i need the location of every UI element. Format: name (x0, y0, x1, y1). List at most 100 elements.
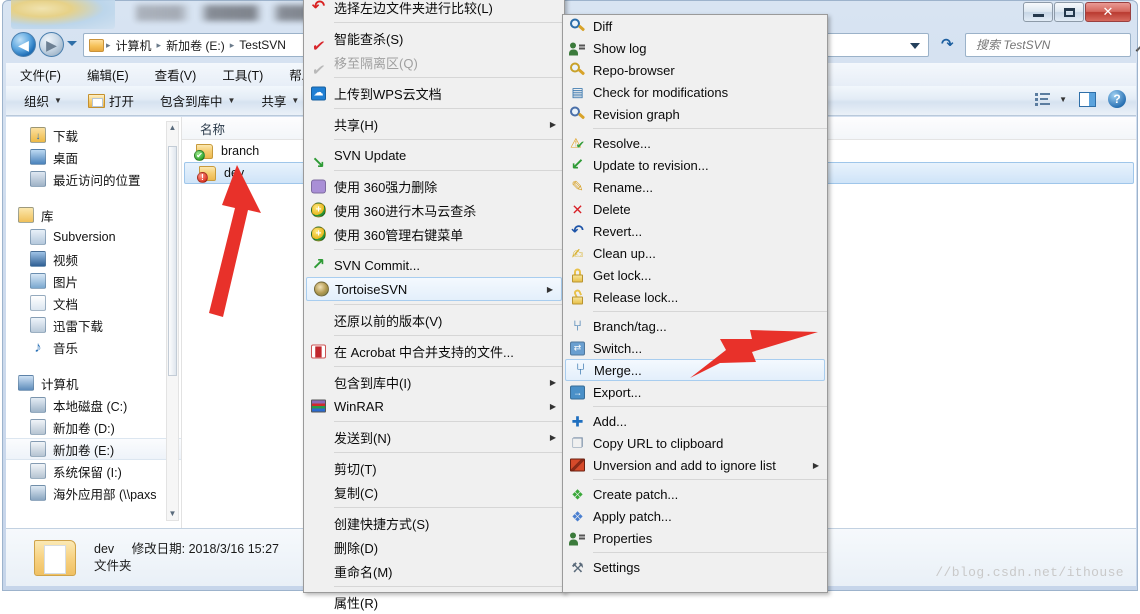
menu-item-l[interactable]: ↶ 选择左边文件夹进行比较(L) (304, 0, 564, 19)
menu-item-apply-patch[interactable]: ❖ Apply patch... (563, 505, 827, 527)
menu-item-n[interactable]: 发送到(N) ▶ (304, 425, 564, 449)
menu-item-svn-commit[interactable]: ↗ SVN Commit... (304, 253, 564, 277)
menu-item-360[interactable]: + 使用 360进行木马云查杀 (304, 198, 564, 222)
menu-item-properties[interactable]: Properties (563, 527, 827, 549)
menu-item-label: Copy URL to clipboard (593, 435, 724, 451)
scroll-up-arrow[interactable]: ▲ (167, 122, 178, 134)
share-label: 共享 (261, 95, 287, 109)
scroll-down-arrow[interactable]: ▼ (167, 508, 178, 520)
menu-item-delete[interactable]: ✕ Delete (563, 198, 827, 220)
menu-item-revert[interactable]: ↶ Revert... (563, 220, 827, 242)
menu-item-export[interactable]: → Export... (563, 381, 827, 403)
minimize-button[interactable] (1023, 2, 1053, 22)
menu-item-svn-update[interactable]: ↙ SVN Update (304, 143, 564, 172)
search-field[interactable] (974, 37, 1135, 53)
chevron-down-icon[interactable]: ▼ (1059, 95, 1067, 104)
menu-item-diff[interactable]: Diff (563, 15, 827, 37)
sidebar-item--[interactable]: 库 (6, 204, 181, 226)
organize-button[interactable]: 组织 ▼ (24, 91, 62, 110)
sidebar-item--[interactable]: 图片 (6, 270, 181, 292)
sidebar-item--[interactable]: ♪ 音乐 (6, 336, 181, 358)
menu-item-h[interactable]: 共享(H) ▶ (304, 112, 564, 136)
sidebar-item--c-[interactable]: 本地磁盘 (C:) (6, 394, 181, 416)
menu-item-revision-graph[interactable]: Revision graph (563, 103, 827, 125)
sidebar-item--i-[interactable]: 系统保留 (I:) (6, 460, 181, 482)
refresh-icon[interactable]: ↷ (941, 35, 954, 53)
column-header-name[interactable]: 名称 (182, 119, 225, 138)
navpane-scrollbar[interactable]: ▲ ▼ (166, 121, 179, 521)
sidebar-item--d-[interactable]: 新加卷 (D:) (6, 416, 181, 438)
sidebar-item--[interactable]: 迅雷下载 (6, 314, 181, 336)
sidebar-item--[interactable]: ↓ 下载 (6, 124, 181, 146)
sidebar-item--[interactable]: 桌面 (6, 146, 181, 168)
menu-item-copy-url-to-clipboard[interactable]: ❐ Copy URL to clipboard (563, 432, 827, 454)
sidebar-item--[interactable]: 文档 (6, 292, 181, 314)
menu-separator (334, 139, 564, 140)
sidebar-item-label: 新加卷 (E:) (53, 443, 115, 458)
chevron-down-icon[interactable] (910, 43, 920, 49)
menu-item-repo-browser[interactable]: Repo-browser (563, 59, 827, 81)
menu-item-wps[interactable]: ☁ 上传到WPS云文档 (304, 81, 564, 105)
view-options-icon[interactable] (1035, 92, 1051, 106)
menu-item-label: Export... (593, 384, 642, 400)
menu-item-acrobat[interactable]: █ 在 Acrobat 中合并支持的文件... (304, 339, 564, 363)
menu-item-360[interactable]: + 使用 360管理右键菜单 (304, 222, 564, 246)
search-input[interactable]: 🔍 (965, 33, 1140, 57)
menu-item-i[interactable]: 包含到库中(I) ▶ (304, 370, 564, 394)
menu-item-update-to-revision[interactable]: ↙ Update to revision... (563, 154, 827, 176)
menu-item-c[interactable]: 复制(C) (304, 480, 564, 504)
sidebar-item--paxs[interactable]: 海外应用部 (\\paxs (6, 482, 181, 504)
menu-item-resolve[interactable]: ⚠ ✔ Resolve... (563, 132, 827, 154)
videos-icon (30, 251, 46, 267)
recent-locations-icon[interactable] (67, 41, 77, 46)
menu-item-label: Unversion and add to ignore list (593, 457, 776, 473)
menu-item-s[interactable]: 创建快捷方式(S) (304, 511, 564, 535)
menu-item-get-lock[interactable]: Get lock... (563, 264, 827, 286)
menu-item-v[interactable]: 还原以前的版本(V) (304, 308, 564, 332)
sidebar-item-subversion[interactable]: Subversion (6, 226, 181, 248)
maximize-button[interactable] (1054, 2, 1084, 22)
menu-item-tortoisesvn[interactable]: TortoiseSVN ▶ (306, 277, 562, 301)
scrollbar-thumb[interactable] (168, 146, 177, 376)
menu-item-t[interactable]: 剪切(T) (304, 456, 564, 480)
menu-item-switch[interactable]: ⇄ Switch... (563, 337, 827, 359)
menu-item-branch-tag[interactable]: ⑂ Branch/tag... (563, 315, 827, 337)
menu-item-winrar[interactable]: WinRAR ▶ (304, 394, 564, 418)
breadcrumb-item-volume[interactable]: 新加卷 (E:) (163, 37, 228, 54)
menu-view[interactable]: 查看(V) (155, 65, 197, 84)
menu-file[interactable]: 文件(F) (20, 65, 61, 84)
share-button[interactable]: 共享 ▼ (261, 91, 299, 110)
sidebar-item--e-[interactable]: 新加卷 (E:) (6, 438, 181, 460)
close-button[interactable]: ✕ (1085, 2, 1131, 22)
back-button[interactable]: ◀ (11, 32, 36, 57)
menu-item-merge[interactable]: ⑂ Merge... (565, 359, 825, 381)
menu-item-360[interactable]: 使用 360强力删除 (304, 174, 564, 198)
sidebar-item--[interactable]: 最近访问的位置 (6, 168, 181, 190)
menu-edit[interactable]: 编辑(E) (87, 65, 129, 84)
menu-item-release-lock[interactable]: Release lock... (563, 286, 827, 308)
sidebar-item--[interactable]: 计算机 (6, 372, 181, 394)
menu-item-m[interactable]: 重命名(M) (304, 559, 564, 583)
menu-item-r[interactable]: 属性(R) (304, 590, 564, 614)
preview-pane-icon[interactable] (1079, 91, 1096, 107)
menu-item-s[interactable]: ✔ 智能查杀(S) (304, 26, 564, 56)
menu-tools[interactable]: 工具(T) (222, 65, 263, 84)
menu-item-clean-up[interactable]: ✍ Clean up... (563, 242, 827, 264)
help-icon[interactable]: ? (1108, 90, 1126, 108)
sidebar-item--[interactable]: 视频 (6, 248, 181, 270)
breadcrumb-item-testsvn[interactable]: TestSVN (236, 38, 289, 52)
include-in-library-button[interactable]: 包含到库中 ▼ (160, 91, 235, 110)
settings-icon: ⚒ (571, 559, 584, 575)
menu-item-create-patch[interactable]: ❖ Create patch... (563, 483, 827, 505)
menu-item-check-for-modifications[interactable]: ▤ Check for modifications (563, 81, 827, 103)
menu-item-show-log[interactable]: Show log (563, 37, 827, 59)
menu-item-rename[interactable]: ✎ Rename... (563, 176, 827, 198)
menu-item-unversion-and-add-to-ignore-list[interactable]: Unversion and add to ignore list ▶ (563, 454, 827, 476)
menu-item-settings[interactable]: ⚒ Settings (563, 556, 827, 578)
open-button[interactable]: 打开 (87, 91, 134, 110)
forward-button[interactable]: ▶ (39, 32, 64, 57)
menu-separator (334, 366, 564, 367)
menu-item-d[interactable]: 删除(D) (304, 535, 564, 559)
menu-item-add[interactable]: ✚ Add... (563, 410, 827, 432)
breadcrumb-item-computer[interactable]: 计算机 (113, 37, 155, 54)
